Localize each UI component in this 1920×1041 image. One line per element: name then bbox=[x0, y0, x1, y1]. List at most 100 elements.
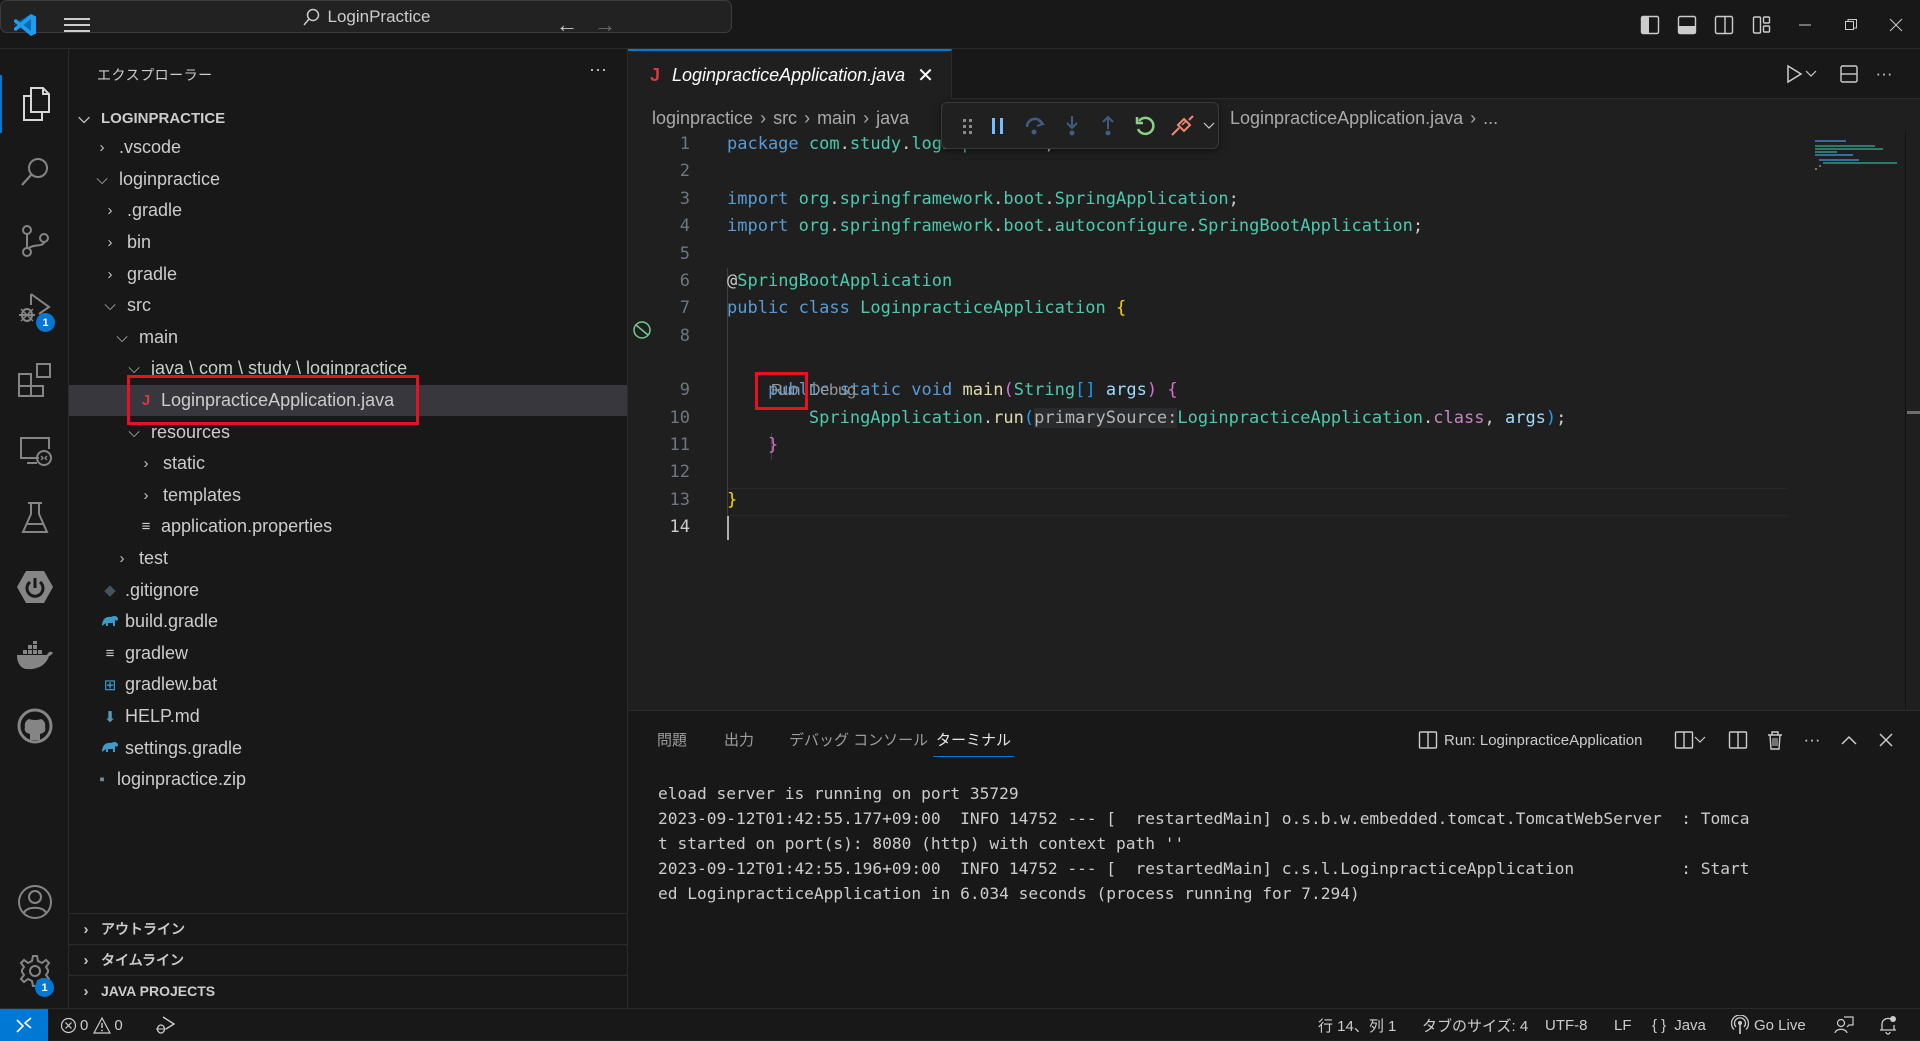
codelens-debug[interactable]: Debug bbox=[809, 382, 856, 399]
tab-loginpractice-application-java[interactable]: J LoginpracticeApplication.java ✕ bbox=[628, 49, 952, 99]
section-outline[interactable]: › アウトライン bbox=[69, 913, 627, 944]
restore-window-icon[interactable] bbox=[1838, 12, 1864, 38]
tree-file[interactable]: ≡ gradlew bbox=[69, 638, 627, 670]
activity-search[interactable] bbox=[0, 143, 69, 201]
tree-folder[interactable]: ⌵ src bbox=[69, 290, 627, 322]
maximize-panel-chevron-up-icon[interactable] bbox=[1835, 725, 1863, 755]
terminal-output[interactable]: eload server is running on port 35729 20… bbox=[658, 781, 1750, 906]
cursor-position[interactable]: 行 14、列 1 bbox=[1318, 1009, 1396, 1041]
tree-file[interactable]: settings.gradle bbox=[69, 732, 627, 764]
breadcrumb-symbol[interactable]: ... bbox=[1483, 108, 1498, 129]
tree-file[interactable]: ⊞ gradlew.bat bbox=[69, 669, 627, 701]
toggle-panel-icon[interactable] bbox=[1674, 12, 1700, 38]
activity-spring-boot-dashboard[interactable] bbox=[0, 558, 69, 616]
step-over-icon[interactable] bbox=[1017, 111, 1054, 141]
tree-folder[interactable]: › gradle bbox=[69, 258, 627, 290]
go-live-button[interactable]: Go Live bbox=[1731, 1009, 1806, 1041]
tree-file[interactable]: ▪ loginpractice.zip bbox=[69, 764, 627, 796]
drag-handle-icon[interactable] bbox=[956, 111, 980, 141]
breadcrumb-item[interactable]: loginpractice bbox=[652, 108, 753, 129]
panel-tab-debug-console[interactable]: デバッグ コンソール bbox=[789, 729, 928, 757]
debug-launch-status-icon[interactable] bbox=[154, 1009, 176, 1041]
toggle-secondary-sidebar-icon[interactable] bbox=[1711, 12, 1737, 38]
more-actions-button[interactable]: ··· bbox=[589, 59, 607, 80]
language-mode[interactable]: { } Java bbox=[1652, 1009, 1706, 1041]
tree-folder[interactable]: › static bbox=[69, 448, 627, 480]
tree-folder[interactable]: ⌵ resources bbox=[69, 416, 627, 448]
tab-size[interactable]: タブのサイズ: 4 bbox=[1422, 1009, 1528, 1041]
hamburger-menu-button[interactable] bbox=[64, 14, 90, 36]
panel-tab-output[interactable]: 出力 bbox=[724, 729, 754, 757]
tree-folder[interactable]: › .gradle bbox=[69, 195, 627, 227]
activity-remote-explorer[interactable] bbox=[0, 421, 69, 479]
kill-terminal-trash-icon[interactable] bbox=[1761, 725, 1789, 755]
restart-icon[interactable] bbox=[1127, 111, 1164, 141]
code-token: args bbox=[1504, 407, 1546, 428]
tree-file[interactable]: ◆ .gitignore bbox=[69, 574, 627, 606]
terminal-dropdown-chevron-icon[interactable] bbox=[1692, 725, 1708, 755]
tree-file[interactable]: ⬇ HELP.md bbox=[69, 701, 627, 733]
activity-source-control[interactable] bbox=[0, 212, 69, 270]
chevron-right-icon: › bbox=[143, 486, 149, 504]
close-tab-icon[interactable]: ✕ bbox=[917, 63, 934, 88]
split-editor-icon[interactable] bbox=[1836, 61, 1862, 87]
step-out-icon[interactable] bbox=[1090, 111, 1127, 141]
panel-more-actions-icon[interactable]: ··· bbox=[1798, 725, 1826, 755]
notifications-bell-icon[interactable] bbox=[1878, 1009, 1898, 1041]
tree-folder[interactable]: ⌵ loginpractice bbox=[69, 164, 627, 196]
activity-testing[interactable] bbox=[0, 489, 69, 547]
step-into-icon[interactable] bbox=[1053, 111, 1090, 141]
command-center-search[interactable]: LoginPractice bbox=[0, 0, 732, 33]
terminal-instance[interactable]: Run: LoginpracticeApplication bbox=[1418, 725, 1642, 755]
breadcrumb-item[interactable]: main bbox=[817, 108, 856, 129]
tree-file[interactable]: J LoginpracticeApplication.java bbox=[69, 384, 627, 417]
tree-folder[interactable]: ⌵ main bbox=[69, 322, 627, 354]
close-panel-icon[interactable] bbox=[1872, 725, 1900, 755]
tree-folder[interactable]: › bin bbox=[69, 227, 627, 259]
pause-icon[interactable] bbox=[980, 111, 1017, 141]
breadcrumb-file-label[interactable]: LoginpracticeApplication.java bbox=[1230, 108, 1463, 129]
tree-file[interactable]: build.gradle bbox=[69, 606, 627, 638]
chevron-right-icon: › bbox=[107, 234, 113, 252]
minimap[interactable] bbox=[1796, 131, 1908, 191]
split-terminal-icon[interactable] bbox=[1724, 725, 1752, 755]
remote-indicator-button[interactable] bbox=[0, 1009, 48, 1041]
feedback-icon[interactable] bbox=[1834, 1009, 1854, 1041]
editor-scrollbar[interactable] bbox=[1905, 131, 1920, 709]
line-number: 11 bbox=[669, 435, 690, 455]
activity-github[interactable] bbox=[0, 697, 69, 755]
close-window-icon[interactable] bbox=[1883, 12, 1909, 38]
activity-explorer[interactable] bbox=[0, 75, 69, 133]
toggle-primary-sidebar-icon[interactable] bbox=[1637, 12, 1663, 38]
minimize-window-icon[interactable] bbox=[1792, 12, 1818, 38]
disconnect-icon[interactable] bbox=[1163, 111, 1200, 141]
breadcrumb-item[interactable]: src bbox=[773, 108, 797, 129]
panel-tab-terminal[interactable]: ターミナル bbox=[933, 729, 1015, 757]
tree-folder[interactable]: › .vscode bbox=[69, 132, 627, 164]
encoding[interactable]: UTF-8 bbox=[1545, 1009, 1588, 1041]
editor-more-actions-icon[interactable]: ··· bbox=[1871, 61, 1897, 87]
run-options-chevron-icon[interactable] bbox=[1803, 61, 1819, 87]
customize-layout-icon[interactable] bbox=[1749, 12, 1775, 38]
breadcrumb-item[interactable]: java bbox=[876, 108, 909, 129]
activity-extensions[interactable] bbox=[0, 351, 69, 409]
section-java-projects[interactable]: › JAVA PROJECTS bbox=[69, 975, 627, 1006]
activity-docker[interactable] bbox=[0, 627, 69, 685]
forward-arrow-icon[interactable]: → bbox=[592, 12, 618, 38]
workspace-root-header[interactable]: ⌵ LOGINPRACTICE bbox=[75, 105, 225, 131]
section-timeline[interactable]: › タイムライン bbox=[69, 944, 627, 975]
tree-file[interactable]: ≡ application.properties bbox=[69, 511, 627, 543]
chevron-down-icon[interactable] bbox=[1200, 111, 1218, 141]
activity-accounts[interactable] bbox=[0, 873, 69, 931]
tree-folder[interactable]: › test bbox=[69, 543, 627, 575]
tree-folder[interactable]: ⌵ java \ com \ study \ loginpractice bbox=[69, 353, 627, 385]
end-of-line[interactable]: LF bbox=[1614, 1009, 1632, 1041]
tree-folder[interactable]: › templates bbox=[69, 480, 627, 512]
problems-status[interactable]: 0 0 bbox=[60, 1009, 123, 1041]
panel-tab-problems[interactable]: 問題 bbox=[657, 729, 687, 757]
codelens-run[interactable]: Run bbox=[771, 382, 800, 399]
back-arrow-icon[interactable]: ← bbox=[554, 12, 580, 38]
activity-manage[interactable]: 1 bbox=[0, 942, 69, 1000]
activity-run-and-debug[interactable]: 1 bbox=[0, 279, 69, 337]
